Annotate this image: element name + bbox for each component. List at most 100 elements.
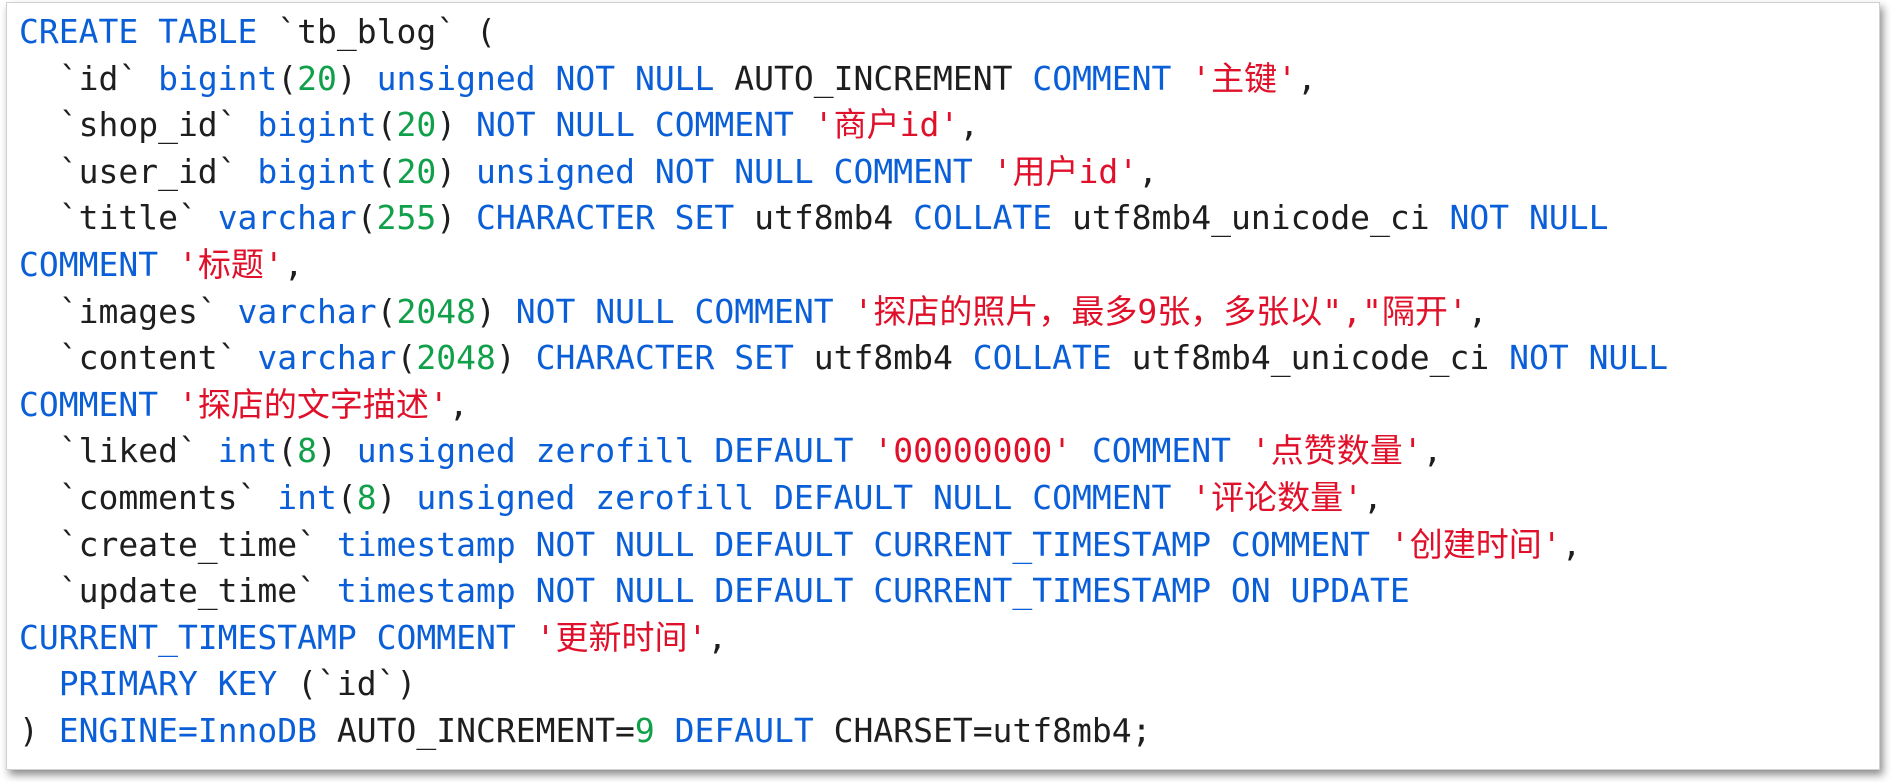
sql-keyword: COLLATE (913, 198, 1053, 238)
sql-text: ) (436, 105, 477, 145)
sql-text: `title` (19, 198, 218, 238)
sql-text: CHARSET=utf8mb4; (813, 710, 1152, 750)
code-line: `shop_id` bigint(20) NOT NULL COMMENT '商… (19, 102, 1668, 149)
sql-text: ( (396, 338, 417, 378)
code-line: `id` bigint(20) unsigned NOT NULL AUTO_I… (19, 56, 1668, 103)
sql-keyword: varchar (237, 291, 377, 331)
sql-keyword: ENGINE=InnoDB (58, 710, 318, 750)
sql-string: '点赞数量' (1250, 431, 1423, 471)
sql-string: '用户id' (992, 151, 1139, 191)
sql-keyword: COMMENT (1091, 431, 1232, 471)
sql-keyword: varchar (217, 198, 357, 238)
code-line: `images` varchar(2048) NOT NULL COMMENT … (19, 289, 1668, 336)
code-line: `update_time` timestamp NOT NULL DEFAULT… (19, 568, 1668, 615)
sql-text: , (1467, 291, 1488, 331)
sql-text: `tb_blog` ( (257, 12, 496, 51)
sql-keyword: PRIMARY KEY (58, 664, 278, 704)
sql-text: ) (475, 291, 516, 331)
sql-text: `images` (19, 291, 238, 331)
sql-number: 20 (297, 58, 337, 98)
sql-keyword: CURRENT_TIMESTAMP COMMENT (19, 617, 516, 657)
sql-text: ) (436, 151, 477, 191)
sql-text: ) (436, 198, 476, 238)
sql-keyword: NOT NULL COMMENT (515, 291, 834, 331)
sql-string: '更新时间' (535, 617, 708, 657)
sql-keyword: timestamp NOT NULL DEFAULT CURRENT_TIMES… (336, 524, 1371, 564)
sql-keyword: NOT NULL (1449, 198, 1609, 238)
sql-text: utf8mb4 (793, 338, 973, 378)
code-line: `liked` int(8) unsigned zerofill DEFAULT… (19, 428, 1668, 475)
code-snippet-frame: CREATE TABLE `tb_blog` ( `id` bigint(20)… (6, 2, 1880, 770)
sql-text: `liked` (19, 431, 218, 471)
sql-text: `create_time` (19, 524, 337, 564)
sql-keyword: DEFAULT (674, 710, 814, 750)
code-line: `user_id` bigint(20) unsigned NOT NULL C… (19, 149, 1668, 196)
sql-keyword: bigint (257, 105, 377, 145)
sql-keyword: CHARACTER SET (535, 338, 794, 378)
sql-string: '创建时间' (1389, 524, 1562, 564)
sql-number: 2048 (416, 338, 496, 378)
sql-text: utf8mb4_unicode_ci (1052, 198, 1450, 238)
sql-text: utf8mb4_unicode_ci (1111, 338, 1510, 378)
sql-number: 20 (396, 105, 437, 145)
code-line: `content` varchar(2048) CHARACTER SET ut… (19, 335, 1668, 382)
sql-number: 20 (396, 151, 437, 191)
sql-keyword: unsigned zerofill DEFAULT (356, 431, 854, 471)
sql-keyword: NOT NULL COMMENT (476, 105, 794, 145)
sql-text: `user_id` (19, 151, 258, 191)
sql-code-block: CREATE TABLE `tb_blog` ( `id` bigint(20)… (19, 9, 1668, 755)
sql-text: , (1422, 431, 1443, 471)
sql-text: , (1561, 524, 1582, 564)
sql-text: AUTO_INCREMENT (714, 58, 1033, 98)
sql-keyword: bigint (257, 151, 377, 191)
code-line: `create_time` timestamp NOT NULL DEFAULT… (19, 522, 1668, 569)
sql-keyword: COMMENT (19, 244, 159, 284)
sql-keyword: int (277, 477, 337, 517)
sql-text: ( (376, 151, 397, 191)
sql-string: '探店的照片，最多9张，多张以","隔开' (853, 291, 1468, 331)
code-line: CURRENT_TIMESTAMP COMMENT '更新时间', (19, 615, 1668, 662)
code-line: COMMENT '探店的文字描述', (19, 382, 1668, 429)
sql-text: ) (317, 431, 357, 471)
sql-text: ) (336, 58, 377, 98)
sql-text: ( (356, 198, 377, 238)
sql-keyword: COLLATE (972, 338, 1112, 378)
sql-text: ( (277, 431, 298, 471)
code-line: ) ENGINE=InnoDB AUTO_INCREMENT=9 DEFAULT… (19, 708, 1668, 755)
sql-text: `shop_id` (19, 105, 258, 145)
sql-text: ( (376, 291, 397, 331)
sql-string: '主键' (1191, 58, 1298, 98)
sql-keyword: CHARACTER SET (476, 198, 735, 238)
sql-text: , (1138, 151, 1158, 191)
sql-text: ) (376, 477, 417, 517)
sql-keyword: COMMENT (19, 384, 159, 424)
sql-keyword: unsigned NOT NULL COMMENT (476, 151, 973, 191)
code-line: COMMENT '标题', (19, 242, 1668, 289)
sql-text: , (1363, 477, 1383, 517)
sql-text: , (1297, 58, 1317, 98)
sql-text: (`id`) (277, 664, 417, 704)
sql-text: utf8mb4 (734, 198, 914, 238)
sql-keyword: bigint (158, 58, 278, 98)
sql-text: , (448, 384, 469, 424)
sql-text: , (283, 244, 304, 284)
sql-number: 8 (297, 431, 318, 471)
sql-string: '评论数量' (1191, 477, 1363, 517)
sql-text: ( (376, 105, 397, 145)
code-line: PRIMARY KEY (`id`) (19, 661, 1668, 708)
code-line: CREATE TABLE `tb_blog` ( (19, 9, 1668, 56)
sql-text: `id` (19, 58, 159, 98)
sql-string: '00000000' (873, 431, 1073, 471)
sql-text: ( (277, 58, 298, 98)
